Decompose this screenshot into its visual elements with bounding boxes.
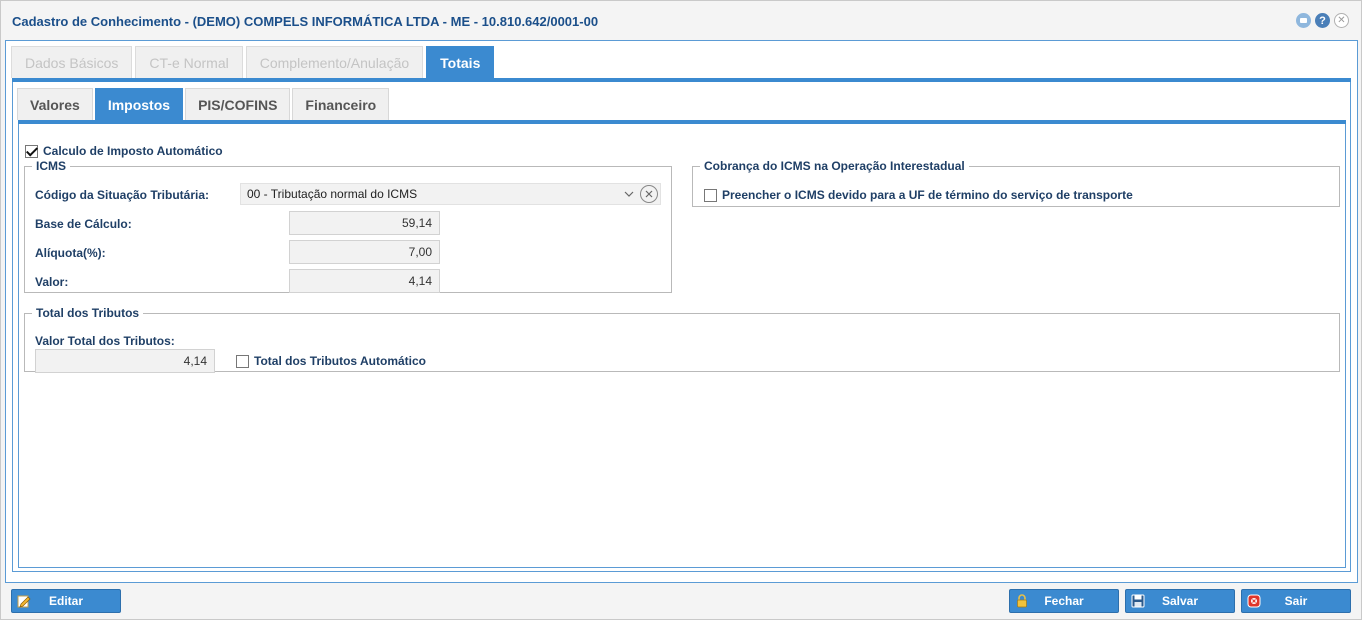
tributos-fieldset: Total dos Tributos	[24, 306, 1340, 372]
save-button[interactable]: Salvar	[1125, 589, 1235, 613]
base-calculo-label: Base de Cálculo:	[35, 217, 132, 231]
tab-pis-cofins[interactable]: PIS/COFINS	[185, 88, 291, 120]
aliquota-label: Alíquota(%):	[35, 246, 106, 260]
close-icon[interactable]: ✕	[1334, 13, 1349, 28]
total-tributos-label: Valor Total dos Tributos:	[35, 334, 175, 348]
main-panel: Dados Básicos CT-e Normal Complemento/An…	[5, 40, 1358, 583]
tab-dados-basicos[interactable]: Dados Básicos	[11, 46, 133, 78]
tributos-legend: Total dos Tributos	[36, 306, 140, 320]
interstate-checkbox-label: Preencher o ICMS devido para a UF de tér…	[722, 188, 1133, 202]
cst-select-value: 00 - Tributação normal do ICMS	[247, 187, 418, 201]
impostos-content: Calculo de Imposto Automático ICMS Códig…	[18, 124, 1346, 568]
interstate-legend: Cobrança do ICMS na Operação Interestadu…	[704, 159, 965, 173]
cst-select[interactable]: 00 - Tributação normal do ICMS	[240, 183, 661, 205]
icms-legend: ICMS	[36, 159, 66, 173]
dialog-window: Cadastro de Conhecimento - (DEMO) COMPEL…	[0, 0, 1362, 620]
tributos-auto-label: Total dos Tributos Automático	[254, 354, 426, 368]
tab-totais[interactable]: Totais	[426, 46, 495, 78]
aliquota-input[interactable]	[289, 240, 440, 264]
title-bar: Cadastro de Conhecimento - (DEMO) COMPEL…	[1, 1, 1361, 41]
clear-selection-icon[interactable]	[640, 185, 658, 203]
exit-icon	[1247, 594, 1261, 608]
tributos-auto-row: Total dos Tributos Automático	[236, 354, 426, 368]
chevron-down-icon[interactable]	[621, 191, 637, 197]
window-controls: ? ✕	[1296, 13, 1349, 28]
tributos-auto-checkbox[interactable]	[236, 354, 249, 368]
total-tributos-input[interactable]	[35, 349, 215, 373]
pencil-icon	[17, 594, 31, 608]
auto-tax-row: Calculo de Imposto Automático	[25, 144, 223, 158]
exit-button[interactable]: Sair	[1241, 589, 1351, 613]
minimize-icon[interactable]	[1296, 13, 1311, 28]
help-icon[interactable]: ?	[1315, 13, 1330, 28]
cst-label: Código da Situação Tributária:	[35, 188, 210, 202]
window-title: Cadastro de Conhecimento - (DEMO) COMPEL…	[12, 14, 599, 29]
tab-impostos[interactable]: Impostos	[94, 88, 184, 120]
totais-panel: Valores Impostos PIS/COFINS Financeiro C…	[12, 82, 1351, 572]
valor-icms-label: Valor:	[35, 275, 69, 289]
sub-tabs: Valores Impostos PIS/COFINS Financeiro	[17, 88, 390, 120]
main-tabs: Dados Básicos CT-e Normal Complemento/An…	[11, 46, 495, 78]
tab-cte-normal[interactable]: CT-e Normal	[135, 46, 243, 78]
lock-icon	[1015, 594, 1029, 608]
valor-icms-input[interactable]	[289, 269, 440, 293]
auto-tax-label: Calculo de Imposto Automático	[43, 144, 223, 158]
floppy-disk-icon	[1131, 594, 1145, 608]
auto-tax-checkbox[interactable]	[25, 144, 38, 158]
edit-button[interactable]: Editar	[11, 589, 121, 613]
interstate-checkbox[interactable]	[704, 188, 717, 202]
tab-financeiro[interactable]: Financeiro	[292, 88, 390, 120]
base-calculo-input[interactable]	[289, 211, 440, 235]
interstate-row: Preencher o ICMS devido para a UF de tér…	[704, 188, 1133, 202]
tab-valores[interactable]: Valores	[17, 88, 93, 120]
tab-complemento-anulacao[interactable]: Complemento/Anulação	[245, 46, 424, 78]
close-button[interactable]: Fechar	[1009, 589, 1119, 613]
